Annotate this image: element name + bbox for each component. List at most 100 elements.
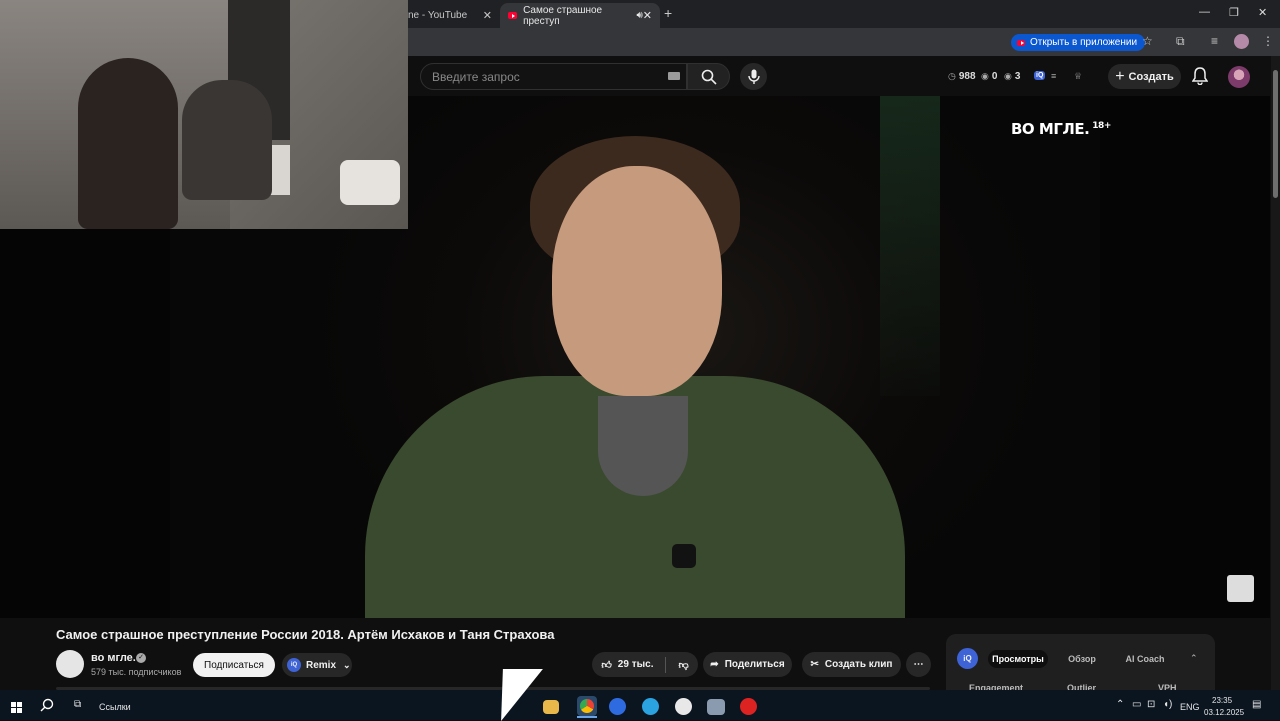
chevron-down-icon: ⌄ [343,659,351,670]
channel-watermark: ВО МГЛЕ. 18+ [1011,120,1111,138]
subscribe-button[interactable]: Подписаться [193,653,275,677]
close-window-icon[interactable]: ✕ [1258,6,1267,19]
search-placeholder: Введите запрос [432,69,520,84]
chrome-taskbar-button[interactable] [577,696,597,716]
notifications-button[interactable] [1191,67,1209,90]
links-toolbar[interactable]: Ссылки [99,702,131,712]
checkmark-app-icon[interactable] [609,698,626,715]
mouse-cursor [501,669,543,721]
clock-time[interactable]: 23:35 [1212,696,1232,705]
more-actions-button[interactable]: ⋯ [906,652,931,677]
share-button[interactable]: ➦ Поделиться [703,652,792,677]
dislike-button[interactable]: 👎︎ [678,659,688,671]
tab-label: Самое страшное преступ [523,4,603,27]
create-button[interactable]: + Создать [1108,64,1181,89]
youtube-favicon-icon [508,12,518,19]
account-avatar[interactable] [1228,66,1250,88]
file-explorer-icon[interactable] [543,700,559,714]
comments-value: 3 [1014,71,1021,82]
recording-app-icon[interactable] [740,698,757,715]
vidiq-tab-overview[interactable]: Обзор [1058,650,1106,668]
channel-avatar[interactable] [56,650,84,678]
active-app-indicator [577,716,597,718]
search-input[interactable]: Введите запрос [420,63,687,90]
yandex-browser-icon[interactable] [675,698,692,715]
search-icon [701,69,717,85]
tab-current-video[interactable]: Самое страшное преступ 🔊︎ ✕ [500,3,660,28]
trophy-icon[interactable]: ♕ [1074,71,1082,82]
channel-name[interactable]: во мгле. [91,652,136,664]
vidiq-tab-views[interactable]: Просмотры [988,650,1048,668]
cam-person [78,58,178,229]
presenter-face [552,166,722,396]
like-dislike-group: 👍︎ 29 тыс. 👎︎ [592,652,698,677]
chrome-icon [580,699,594,713]
cam-person [182,80,272,200]
scissors-icon: ✂ [810,659,819,670]
tab-label: ne - YouTube [408,10,468,21]
clip-label: Создать клип [824,659,893,670]
create-clip-button[interactable]: ✂ Создать клип [802,652,901,677]
open-in-app-button[interactable]: Открыть в приложении [1011,34,1146,51]
share-label: Поделиться [724,659,785,670]
profile-avatar[interactable] [1234,34,1249,49]
vidiq-icon: iQ [1034,71,1046,80]
share-icon: ➦ [710,659,719,670]
tab-youtube[interactable]: ne - YouTube ✕ [400,3,500,28]
vidiq-logo: iQ [957,648,978,669]
language-indicator[interactable]: ENG [1180,702,1200,712]
clock-date[interactable]: 03.12.2025 [1204,708,1244,717]
plus-icon: + [1115,67,1125,85]
vidiq-icon: iQ [287,658,301,672]
likes-stat: ◉ 0 [981,71,997,82]
notification-center-icon[interactable]: ▤ [1252,699,1261,710]
views-stat: ◷ 988 [948,71,976,82]
thumbs-down-icon: 👎︎ [678,659,689,671]
keyboard-icon[interactable] [668,72,680,80]
vidiq-tab-ai-coach[interactable]: AI Coach [1118,650,1172,668]
list-icon[interactable]: ≡ [1051,71,1056,81]
like-count: 29 тыс. [617,659,654,670]
scrollbar-thumb[interactable] [1273,70,1278,198]
background-light [880,96,940,396]
eye-icon: ◉ [1004,71,1012,81]
taskbar-search-icon[interactable] [40,698,54,717]
network-icon[interactable]: ⊡ [1147,699,1155,710]
volume-icon[interactable]: ◖) [1163,699,1172,710]
tray-device-icon[interactable]: ▭ [1132,699,1141,710]
bookmark-star-icon[interactable]: ☆ [1142,34,1153,48]
close-icon[interactable]: ✕ [643,9,652,22]
youtube-favicon-icon [1017,39,1025,46]
remix-button[interactable]: iQ Remix ⌄ [282,653,352,677]
media-control-icon[interactable]: ≡ [1211,34,1218,48]
app-window-icon[interactable] [707,699,725,715]
thumbs-up-icon: 👍︎ [601,659,612,671]
tray-chevron-up-icon[interactable]: ⌃ [1116,699,1124,710]
remix-label: Remix [306,659,337,671]
windows-start-icon[interactable] [11,700,22,718]
vidiq-extension-button[interactable]: iQ [1034,71,1046,80]
watermark-text: ВО МГЛЕ. [1011,120,1090,138]
eye-icon: ◉ [981,71,989,81]
close-icon[interactable]: ✕ [483,9,492,22]
like-button[interactable]: 👍︎ 29 тыс. [601,659,653,671]
minimize-icon[interactable]: — [1199,6,1210,18]
webcam-overlay [0,0,408,229]
telegram-icon[interactable] [642,698,659,715]
age-rating: 18+ [1092,121,1111,131]
restore-icon[interactable]: ❐ [1229,6,1239,19]
divider [665,656,667,673]
bell-icon [1191,67,1209,86]
subscriber-count: 579 тыс. подписчиков [91,667,182,677]
extensions-icon[interactable]: ⧉ [1176,34,1185,49]
search-button[interactable] [687,63,730,90]
windows-taskbar [0,690,1280,720]
more-dots-icon: ⋯ [913,659,924,670]
create-label: Создать [1128,70,1174,83]
collapse-icon[interactable]: ⌃ [1190,653,1198,664]
new-tab-icon[interactable]: + [664,5,672,21]
menu-dots-icon[interactable]: ⋮ [1262,34,1274,48]
channel-branding-logo[interactable] [1227,575,1254,602]
task-view-icon[interactable]: ⧉ [74,699,81,710]
voice-search-button[interactable] [740,63,767,90]
